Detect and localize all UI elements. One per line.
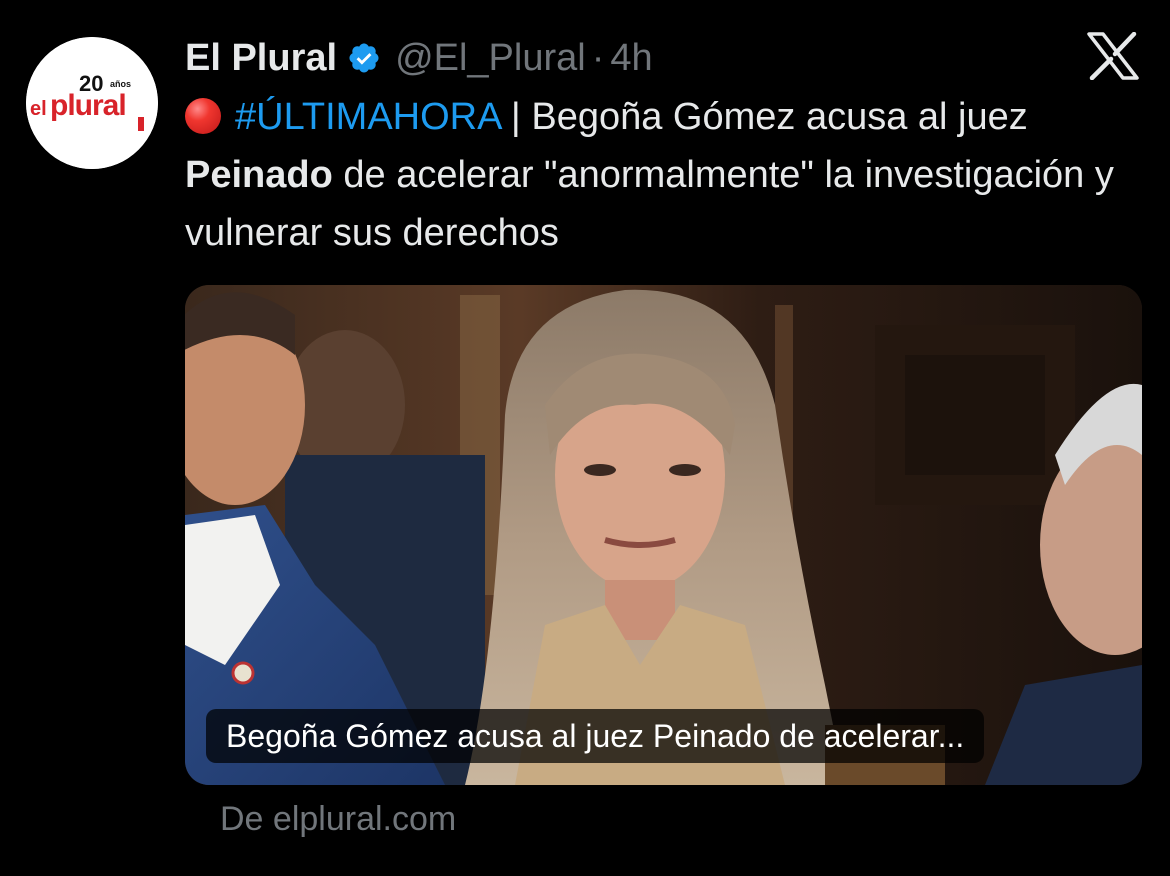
red-circle-emoji-icon bbox=[185, 98, 221, 134]
tweet-text: #ÚLTIMAHORA | Begoña Gómez acusa al juez… bbox=[185, 88, 1145, 262]
card-caption: Begoña Gómez acusa al juez Peinado de ac… bbox=[206, 709, 985, 763]
logo-el-text: el bbox=[30, 98, 47, 120]
tweet-header: El Plural @El_Plural · 4h bbox=[185, 30, 653, 86]
tweet-text-part1: | Begoña Gómez acusa al juez bbox=[500, 96, 1028, 138]
verified-badge-icon[interactable] bbox=[347, 41, 381, 75]
link-card[interactable]: Begoña Gómez acusa al juez Peinado de ac… bbox=[185, 285, 1142, 785]
el-plural-logo-icon: 20 años el plural bbox=[26, 37, 158, 169]
avatar[interactable]: 20 años el plural bbox=[26, 37, 158, 169]
display-name[interactable]: El Plural bbox=[185, 37, 337, 80]
tweet-text-bold: Peinado bbox=[185, 154, 333, 196]
separator: · bbox=[591, 36, 605, 79]
logo-anos-text: años bbox=[110, 79, 131, 89]
x-logo-icon bbox=[1087, 31, 1139, 81]
handle[interactable]: @El_Plural bbox=[395, 37, 586, 80]
card-source-link[interactable]: De elplural.com bbox=[220, 800, 456, 839]
logo-plural-text: plural bbox=[50, 89, 126, 122]
timestamp[interactable]: 4h bbox=[610, 37, 652, 80]
hashtag-link[interactable]: #ÚLTIMAHORA bbox=[235, 96, 500, 138]
tweet[interactable]: 20 años el plural El Plural @El_Plural ·… bbox=[0, 0, 1170, 876]
